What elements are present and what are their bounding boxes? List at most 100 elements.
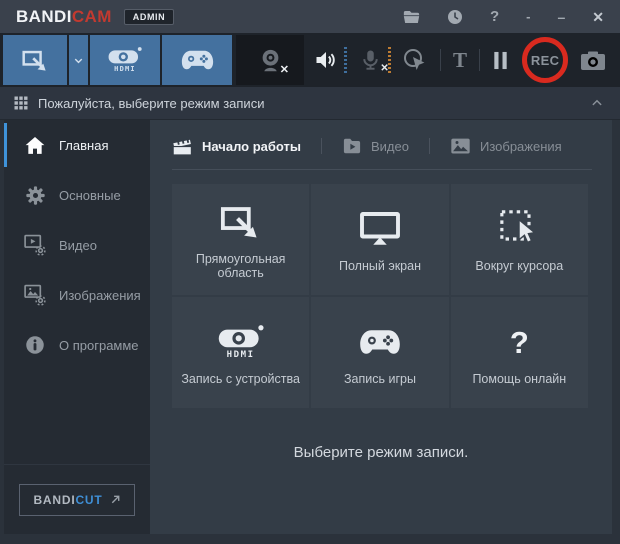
hdmi-device-icon: HDMI (218, 319, 264, 365)
sidebar-item-label: Изображения (59, 287, 141, 303)
microphone-off-mark: ✕ (380, 62, 389, 74)
pause-button[interactable] (491, 50, 510, 71)
tile-rectangle-region[interactable]: Прямоугольная область (172, 184, 310, 295)
tile-device-recording[interactable]: HDMI Запись с устройства (172, 297, 310, 408)
speaker-toggle-button[interactable] (314, 48, 338, 72)
toolbar: HDMI ✕ ✕ T REC (0, 33, 620, 87)
tile-label: Полный экран (339, 259, 421, 273)
screen-region-icon (22, 48, 49, 73)
tab-images[interactable]: Изображения (450, 137, 562, 155)
sidebar-item-about[interactable]: О программе (4, 320, 150, 370)
collapse-panel-button[interactable] (588, 94, 606, 112)
tile-label: Вокруг курсора (475, 259, 564, 273)
pause-icon (491, 50, 510, 71)
dotted-cursor-icon (499, 206, 539, 252)
tile-around-cursor[interactable]: Вокруг курсора (450, 184, 588, 295)
sidebar-item-images[interactable]: Изображения (4, 270, 150, 320)
image-settings-icon (24, 284, 46, 306)
output-folder-icon[interactable] (403, 10, 420, 24)
speaker-group (314, 47, 347, 73)
bandicut-button[interactable]: BANDICUT (19, 483, 135, 516)
webcam-off-mark: ✕ (279, 64, 289, 76)
text-overlay-button[interactable]: T (453, 48, 467, 73)
screenshot-button[interactable] (580, 50, 606, 71)
mouse-click-icon (402, 47, 428, 73)
record-mode-dropdown-button[interactable] (69, 35, 88, 85)
tab-bar: Начало работы Видео Изображения (172, 123, 592, 170)
hdmi-label: HDMI (226, 349, 255, 360)
video-settings-icon (24, 234, 46, 256)
clapperboard-icon (172, 137, 193, 156)
admin-badge: ADMIN (123, 8, 175, 25)
record-mode-region-button[interactable] (3, 35, 67, 85)
rec-label: REC (530, 52, 560, 68)
main-panel: Начало работы Видео Изображения Прямоуго… (150, 120, 612, 534)
tab-video[interactable]: Видео (342, 137, 409, 155)
help-icon[interactable]: ? (490, 9, 499, 24)
sidebar-item-general[interactable]: Основные (4, 170, 150, 220)
speaker-level-meter (344, 47, 347, 73)
grid-icon (14, 96, 28, 110)
sidebar-footer: BANDICUT (4, 464, 150, 534)
hdmi-device-icon (108, 47, 142, 64)
tile-fullscreen[interactable]: Полный экран (311, 184, 449, 295)
tab-divider (321, 138, 322, 154)
bandicut-brand: BANDICUT (33, 492, 103, 507)
chevron-up-icon (588, 94, 606, 112)
record-button[interactable]: REC (522, 37, 569, 83)
logo-text-red: CAM (71, 6, 112, 26)
sidebar-item-label: Главная (59, 137, 109, 153)
sidebar: Главная Основные Видео Изображения О про… (4, 120, 150, 534)
clock-icon (447, 9, 462, 24)
tab-label: Изображения (479, 138, 562, 154)
sidebar-item-home[interactable]: Главная (4, 120, 150, 170)
tile-label: Помощь онлайн (472, 372, 567, 386)
record-mode-device-button[interactable]: HDMI (90, 35, 160, 85)
active-indicator (4, 123, 7, 167)
tile-online-help[interactable]: ? Помощь онлайн (450, 297, 588, 408)
tile-label: Прямоугольная область (195, 252, 286, 280)
webcam-toggle-button[interactable]: ✕ (236, 35, 304, 85)
close-icon[interactable]: ✕ (592, 10, 604, 24)
speaker-icon (314, 48, 338, 72)
titlebar: BANDI CAM ADMIN ? - – ✕ (0, 0, 620, 33)
tile-label: Запись с устройства (181, 372, 300, 386)
camera-icon (580, 50, 606, 71)
tab-label: Начало работы (202, 138, 301, 154)
logo-text-white: BANDI (16, 6, 72, 26)
app-logo: BANDI CAM (16, 7, 112, 27)
record-mode-group: HDMI ✕ (0, 33, 304, 87)
microphone-group: ✕ (359, 47, 391, 74)
info-icon (24, 335, 46, 355)
home-icon (24, 136, 46, 155)
screen-region-icon (220, 199, 262, 245)
record-mode-game-button[interactable] (162, 35, 232, 85)
image-icon (450, 137, 471, 155)
toolbar-tools: ✕ T REC (304, 33, 620, 87)
question-mark-icon: ? (509, 324, 529, 360)
tab-getting-started[interactable]: Начало работы (172, 137, 301, 156)
minimize-icon[interactable]: – (557, 10, 565, 24)
video-folder-icon (342, 137, 362, 155)
timer-icon[interactable] (447, 9, 463, 25)
tray-minimize-icon[interactable]: - (526, 10, 530, 23)
tile-label: Запись игры (344, 372, 416, 386)
mode-hint-text: Выберите режим записи. (293, 444, 469, 461)
prompt-text: Пожалуйста, выберите режим записи (38, 95, 265, 111)
window-body: Главная Основные Видео Изображения О про… (0, 120, 620, 544)
prompt-bar: Пожалуйста, выберите режим записи (0, 87, 620, 120)
chevron-down-icon (72, 54, 85, 67)
toolbar-divider (440, 49, 442, 71)
sidebar-item-label: О программе (59, 337, 139, 353)
toolbar-divider (478, 49, 480, 71)
tile-game-recording[interactable]: Запись игры (311, 297, 449, 408)
microphone-toggle-button[interactable]: ✕ (359, 49, 389, 74)
mouse-click-effect-button[interactable] (402, 47, 428, 73)
bandicam-window: BANDI CAM ADMIN ? - – ✕ HDMI ✕ ✕ T REC П… (0, 0, 620, 544)
tab-label: Видео (371, 138, 409, 154)
hdmi-label: HDMI (114, 65, 136, 73)
sidebar-item-video[interactable]: Видео (4, 220, 150, 270)
microphone-icon (359, 49, 382, 72)
text-tool-glyph: T (452, 47, 467, 72)
external-link-icon (110, 494, 121, 505)
